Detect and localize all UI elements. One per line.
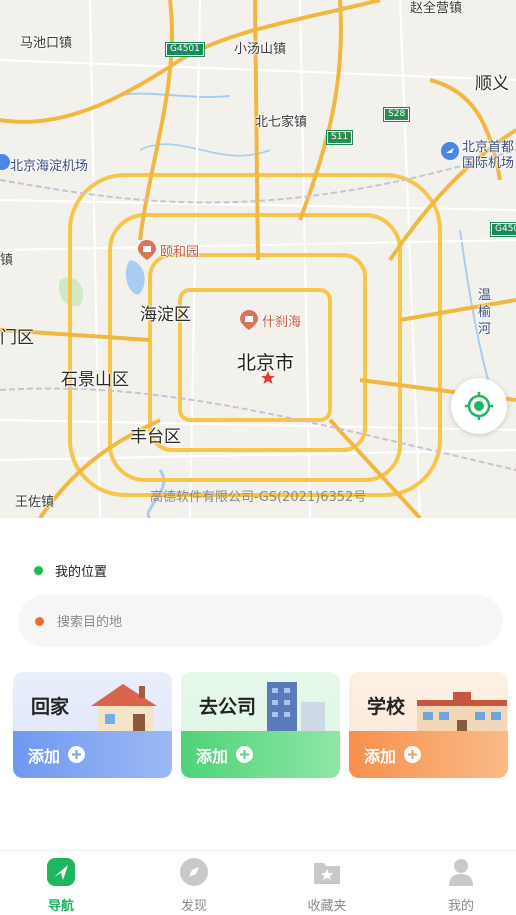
tab-navigation[interactable]: 导航	[21, 857, 101, 914]
map-label-shunyi: 顺义	[475, 74, 509, 94]
shortcut-home-add-label: 添加	[28, 746, 61, 766]
map-label-machikou: 马池口镇	[20, 36, 73, 51]
map-label-beiqijia: 北七家镇	[255, 115, 308, 130]
destination-search-input[interactable]	[55, 595, 479, 649]
tab-profile-label: 我的	[447, 899, 474, 914]
palace-poi-icon	[240, 310, 258, 330]
capital-star-icon	[261, 371, 275, 384]
plus-icon	[236, 746, 254, 763]
shortcut-card-school[interactable]: 学校 添加	[349, 672, 508, 778]
shortcut-home-add-button[interactable]: 添加	[13, 731, 172, 778]
favorites-folder-icon	[314, 863, 340, 884]
road-shield-g450: G450	[489, 222, 516, 237]
shortcut-company-title: 去公司	[199, 696, 257, 718]
navigation-arrow-icon	[47, 858, 75, 886]
map-label-haidian-airport[interactable]: 北京海淀机场	[10, 155, 88, 174]
tab-favorites[interactable]: 收藏夹	[287, 857, 367, 914]
map-label-yiheyuan[interactable]: 颐和园	[160, 241, 199, 260]
plus-icon	[68, 746, 86, 763]
map-label-wenyu-3: 河	[478, 322, 492, 337]
map-label-shichahai[interactable]: 什刹海	[262, 311, 301, 330]
destination-dot-icon	[35, 617, 44, 626]
crosshair-icon	[465, 392, 493, 420]
map-label-capital-airport-line2: 国际机场	[462, 156, 515, 171]
map-view[interactable]: 马池口镇 小汤山镇 赵全营镇 顺义 北七家镇 北京海淀机场 北京首都 国际机场 …	[0, 0, 516, 518]
map-label-zhaoquanying: 赵全营镇	[410, 1, 463, 16]
road-shield-s11: S11	[325, 130, 354, 145]
destination-search-box[interactable]	[18, 595, 503, 649]
map-label-wangzuo: 王佐镇	[15, 495, 55, 510]
my-location-label: 我的位置	[55, 565, 108, 580]
road-shield-g4501: G4501	[165, 42, 205, 57]
shortcut-home-title: 回家	[31, 696, 70, 718]
compass-icon	[180, 858, 208, 886]
palace-poi-icon	[138, 240, 156, 260]
locate-me-button[interactable]	[451, 378, 507, 434]
my-location-row[interactable]: 我的位置	[34, 561, 107, 580]
bottom-tab-bar: 导航 发现 收藏夹 我的	[0, 850, 516, 915]
airport-icon	[441, 142, 459, 160]
shortcut-card-company[interactable]: 去公司 添加	[181, 672, 340, 778]
tab-discover-label: 发现	[180, 899, 207, 914]
map-label-fengtai: 丰台区	[130, 427, 181, 447]
map-label-xiaotangshan: 小汤山镇	[234, 42, 287, 57]
shortcut-company-add-label: 添加	[196, 746, 229, 766]
map-label-haidian: 海淀区	[140, 305, 191, 325]
map-label-left-qu: 门区	[0, 328, 34, 348]
tab-favorites-label: 收藏夹	[307, 899, 347, 914]
shortcut-card-home[interactable]: 回家 添加	[13, 672, 172, 778]
road-shield-s28: S28	[382, 107, 411, 122]
shortcut-school-title: 学校	[367, 696, 406, 718]
tab-profile[interactable]: 我的	[421, 857, 501, 914]
map-roads	[0, 0, 516, 518]
map-copyright: 高德软件有限公司-GS(2021)6352号	[150, 490, 367, 505]
airport-icon	[0, 154, 10, 170]
tab-discover[interactable]: 发现	[154, 857, 234, 914]
map-label-shijingshan: 石景山区	[61, 370, 129, 390]
shortcut-company-add-button[interactable]: 添加	[181, 731, 340, 778]
tab-navigation-label: 导航	[47, 899, 74, 914]
plus-icon	[404, 746, 422, 763]
shortcut-school-add-button[interactable]: 添加	[349, 731, 508, 778]
origin-dot-icon	[34, 566, 43, 575]
map-label-left-zhen: 镇	[0, 253, 14, 268]
shortcut-school-add-label: 添加	[364, 746, 397, 766]
user-icon	[449, 859, 473, 886]
